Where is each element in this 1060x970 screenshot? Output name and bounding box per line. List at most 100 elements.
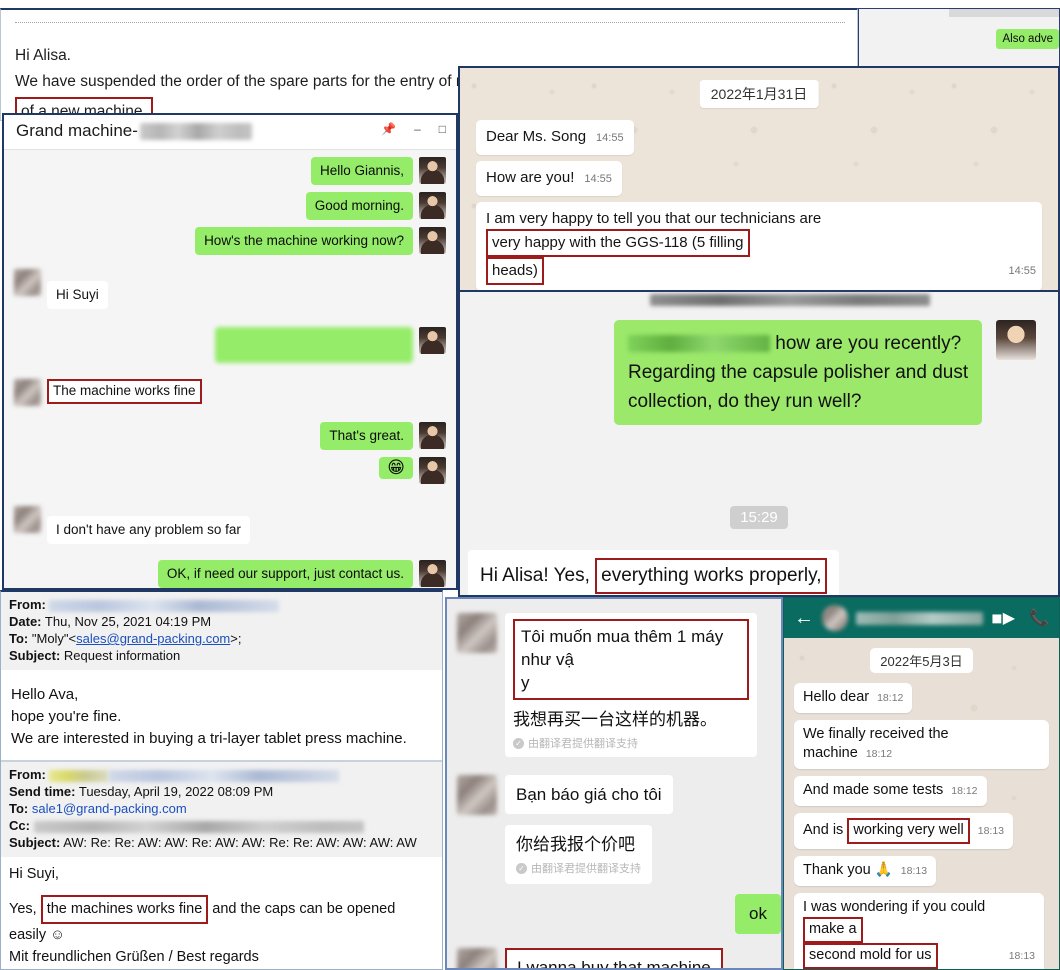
message-row-outgoing: ok (457, 894, 781, 934)
maximize-icon[interactable]: □ (439, 122, 446, 136)
foreign-text: Tôi muốn mua thêm 1 máy như vậ y (513, 619, 749, 700)
subject-label: Subject: (9, 835, 61, 850)
message-time: 18:13 (977, 825, 1005, 837)
message-time: 18:12 (877, 692, 904, 704)
foreign-text: Bạn báo giá cho tôi (516, 785, 662, 804)
chat-bubble-outgoing: How's the machine working now? (195, 227, 413, 255)
highlight-machines-works-fine: the machines works fine (40, 895, 209, 924)
highlight-working-very-well: working very well (847, 818, 970, 844)
window-controls[interactable]: 📌 – □ (381, 122, 446, 136)
from-row: From: (9, 596, 434, 613)
chat-bubble-incoming: Hi Alisa! Yes, everything works properly… (468, 550, 840, 595)
avatar (457, 948, 497, 968)
email-divider (15, 22, 845, 23)
chat-bubble-translation: 你给我报个价吧 ✓ 由翻译君提供翻译支持 (505, 825, 652, 884)
avatar (457, 775, 497, 815)
wechat-message-list: Hello Giannis, Good morning. How's the m… (4, 150, 456, 588)
message-text-pre: I am very happy to tell you that our tec… (486, 210, 822, 227)
chat-bubble-incoming: Hello dear 18:12 (794, 683, 913, 713)
avatar (14, 269, 41, 296)
translated-text: 你给我报个价吧 (516, 835, 635, 854)
chat-bubble-outgoing: Also adve (996, 29, 1059, 49)
chat-bubble-emoji: 😁 (379, 457, 413, 479)
avatar (419, 560, 446, 587)
message-time: 14:55 (1008, 265, 1036, 277)
email-link[interactable]: sales@grand-packing.com (76, 631, 230, 646)
highlight-make-a: make a (803, 917, 863, 943)
to-value[interactable]: sale1@grand-packing.com (32, 801, 187, 816)
date-value: Thu, Nov 25, 2021 04:19 PM (44, 614, 212, 629)
subject-row: Subject: Request information (9, 647, 434, 664)
chat-bubble-incoming: I am very happy to tell you that our tec… (476, 202, 1042, 291)
message-time: 14:55 (596, 132, 624, 144)
from-label: From: (9, 767, 46, 782)
avatar (419, 457, 446, 484)
whatsapp-mobile-panel: ← ◾▶ 📞 2022年5月3日 Hello dear 18:12 We fina… (783, 597, 1060, 970)
message-row: We finally received the machine 18:12 (794, 720, 1049, 776)
redacted-sender (49, 599, 280, 612)
email1-body: Hello Ava, hope you're fine. We are inte… (1, 670, 442, 758)
message-time: 18:12 (865, 748, 893, 760)
message-text: I wanna buy that machine (517, 958, 711, 970)
avatar (14, 379, 41, 406)
message-row-outgoing: how are you recently? Regarding the caps… (614, 320, 1037, 425)
body-line2: hope you're fine. (11, 708, 122, 725)
sendtime-value: Tuesday, April 19, 2022 08:09 PM (78, 784, 274, 799)
redacted-contact-name (139, 123, 252, 141)
message-row-incoming: Hi Alisa! Yes, everything works properly… (468, 550, 840, 595)
highlight-second-mold: second mold for us (803, 943, 938, 969)
time-chip-row: 15:29 (460, 506, 1058, 529)
pin-icon[interactable]: 📌 (381, 122, 396, 136)
redacted-cc (33, 820, 364, 833)
check-icon: ✓ (513, 737, 524, 749)
message-row: I wanna buy that machine (457, 948, 771, 970)
chat-bubble-outgoing: Good morning. (305, 192, 414, 220)
redacted-top-strip (650, 294, 930, 306)
avatar[interactable] (822, 605, 848, 631)
date-label: Date: (9, 614, 42, 629)
back-arrow-icon[interactable]: ← (794, 608, 814, 628)
message-row: And is working very well 18:13 (794, 813, 1049, 856)
message-text: How are you! (486, 169, 575, 186)
header-actions[interactable]: ◾▶ 📞 (991, 608, 1049, 628)
message-time: 18:13 (1008, 950, 1035, 962)
message-line2: Regarding the capsule polisher and dust (628, 362, 969, 383)
avatar (419, 227, 446, 254)
message-text: Dear Ms. Song (486, 128, 587, 145)
message-time: 18:12 (951, 785, 978, 797)
message-row (14, 327, 446, 363)
chat-bubble-outgoing: how are you recently? Regarding the caps… (614, 320, 983, 425)
message-row: Dear Ms. Song 14:55 (476, 120, 1052, 155)
message-row: How's the machine working now? (14, 227, 446, 255)
whatsapp-mobile-message-list: 2022年5月3日 Hello dear 18:12 We finally rec… (784, 638, 1059, 969)
avatar (419, 157, 446, 184)
message-time: 18:13 (900, 865, 928, 877)
message-row: That's great. (14, 422, 446, 450)
chat-bubble-incoming: I wanna buy that machine (505, 948, 723, 970)
time-chip: 15:29 (730, 506, 788, 529)
subject-row: Subject: AW: Re: Re: AW: AW: Re: AW: AW:… (9, 834, 434, 851)
sendtime-label: Send time: (9, 784, 76, 799)
email2-body: Hi Suyi, Yes, the machines works fine an… (1, 857, 442, 969)
message-line3: collection, do they run well? (628, 391, 862, 412)
to-prefix: "Moly"< (31, 631, 77, 646)
chat-bubble-incoming: Dear Ms. Song 14:55 (476, 120, 634, 155)
email1-headers: From: Date: Thu, Nov 25, 2021 04:19 PM T… (1, 592, 442, 670)
check-icon: ✓ (516, 862, 527, 874)
top-grey-bar (949, 9, 1059, 17)
credit-text: 由翻译君提供翻译支持 (528, 738, 638, 750)
minimize-icon[interactable]: – (414, 122, 421, 136)
highlight-heads: heads) (486, 257, 544, 285)
chat-bubble-incoming: Hi Suyi (47, 281, 108, 309)
to-suffix: >; (230, 631, 242, 646)
highlight-ggs118: very happy with the GGS-118 (5 filling (486, 229, 750, 257)
video-call-icon[interactable]: ◾▶ (991, 608, 1015, 628)
message-row: Hello dear 18:12 (794, 683, 1049, 720)
message-row: I am very happy to tell you that our tec… (476, 202, 1052, 291)
message-row: Thank you 🙏 18:13 (794, 856, 1049, 893)
phone-call-icon[interactable]: 📞 (1029, 608, 1049, 628)
message-pre: And is (803, 822, 848, 838)
message-row: 你给我报个价吧 ✓ 由翻译君提供翻译支持 (457, 825, 771, 884)
chat-bubble-incoming: And made some tests 18:12 (794, 776, 987, 806)
